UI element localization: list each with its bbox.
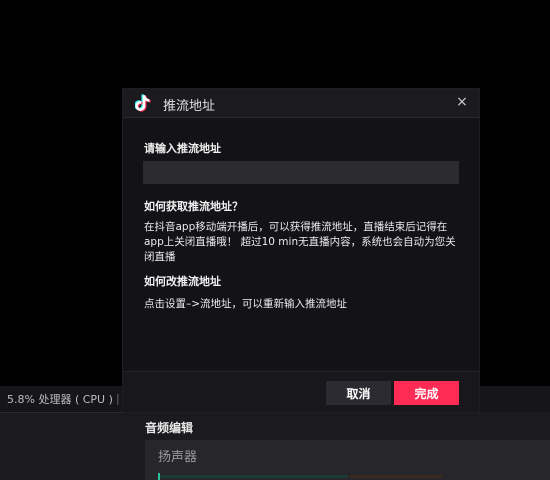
dialog-header: 推流地址 × xyxy=(123,89,479,118)
stream-address-dialog: 推流地址 × 请输入推流地址 如何获取推流地址？ 在抖音app移动端开播后，可以… xyxy=(123,89,479,412)
help-heading-change-address: 如何改推流地址 xyxy=(144,275,221,288)
volume-meter-peak xyxy=(350,475,442,478)
done-button[interactable]: 完成 xyxy=(394,381,459,405)
mixer-channel-panel[interactable] xyxy=(145,440,550,480)
status-separator: | xyxy=(116,392,120,405)
volume-meter-marker[interactable] xyxy=(158,473,160,480)
dialog-title: 推流地址 xyxy=(163,99,216,114)
cpu-usage-text: 5.8% 处理器 ( CPU ) xyxy=(7,393,113,406)
stream-address-input[interactable] xyxy=(143,161,459,184)
volume-meter xyxy=(158,475,348,478)
audio-section-title: 音频编辑 xyxy=(145,421,194,435)
close-icon[interactable]: × xyxy=(455,94,469,110)
help-text-change-address: 点击设置–>流地址，可以重新输入推流地址 xyxy=(144,298,348,310)
help-text-get-address: 在抖音app移动端开播后，可以获得推流地址，直播结束后记得在app上关闭直播哦！… xyxy=(144,221,456,263)
cancel-button[interactable]: 取消 xyxy=(326,381,391,405)
help-heading-get-address: 如何获取推流地址？ xyxy=(144,200,243,213)
tiktok-logo-icon xyxy=(135,94,151,112)
stream-address-label: 请输入推流地址 xyxy=(144,142,221,155)
mixer-channel-label: 扬声器 xyxy=(158,450,198,465)
divider xyxy=(0,412,123,413)
app-window: 5.8% 处理器 ( CPU ) | 音频编辑 扬声器 推流地址 × 请输入推流… xyxy=(0,0,550,480)
